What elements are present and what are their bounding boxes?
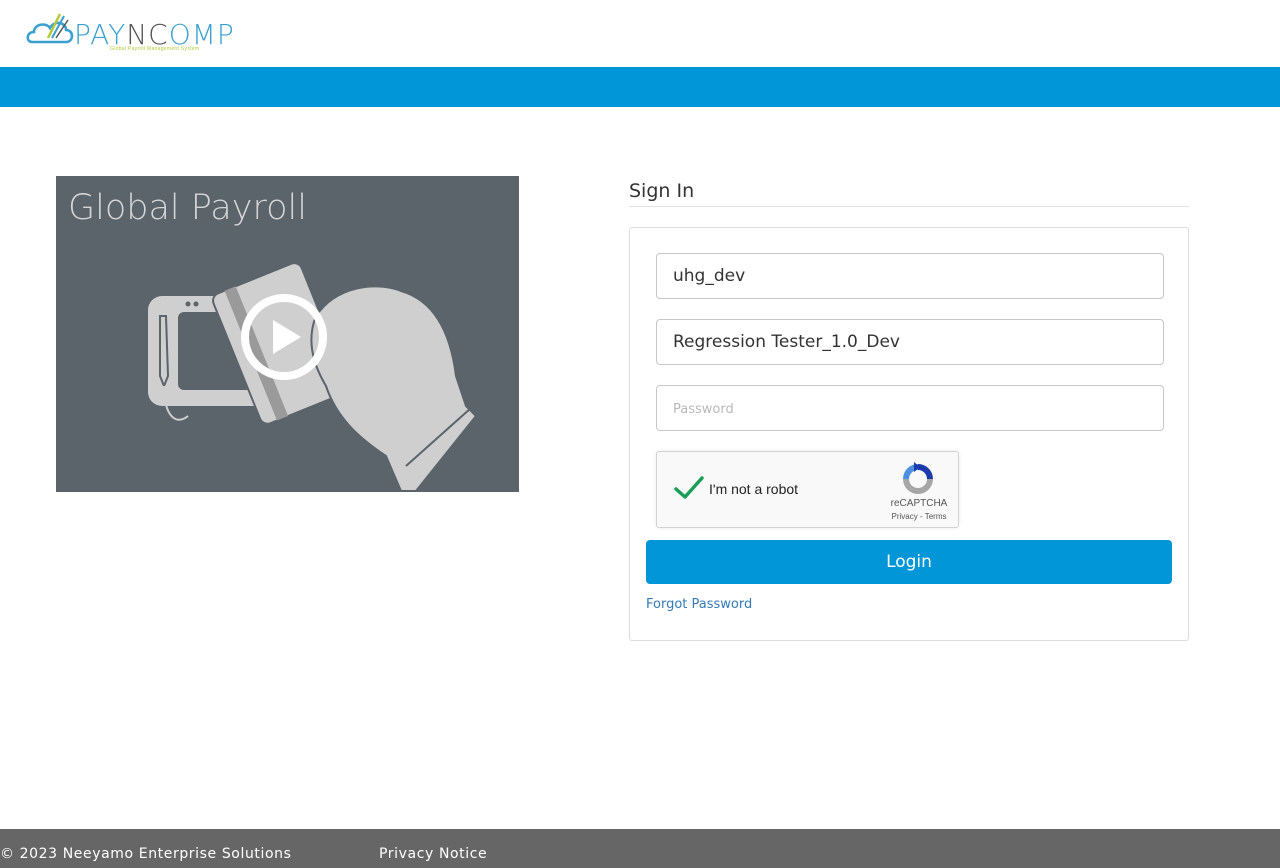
video-title: Global Payroll bbox=[68, 188, 307, 228]
payncomp-logo[interactable]: PAYNCOMP Global Payroll Management Syste… bbox=[26, 8, 256, 58]
login-panel: I'm not a robot reCAPTCHA Privacy - Term… bbox=[629, 227, 1189, 641]
recaptcha-brand: reCAPTCHA bbox=[890, 498, 948, 509]
username-field[interactable] bbox=[656, 253, 1164, 299]
recaptcha-widget: I'm not a robot reCAPTCHA Privacy - Term… bbox=[656, 451, 959, 528]
logo-tagline: Global Payroll Management System bbox=[110, 46, 200, 52]
copyright-text: © 2023 Neeyamo Enterprise Solutions bbox=[0, 846, 292, 862]
play-icon[interactable] bbox=[239, 292, 329, 382]
intro-video[interactable]: Global Payroll bbox=[56, 176, 519, 492]
role-field[interactable] bbox=[656, 319, 1164, 365]
recaptcha-links: Privacy - Terms bbox=[879, 512, 959, 521]
recaptcha-logo-icon bbox=[903, 462, 933, 494]
recaptcha-checkmark-icon[interactable] bbox=[673, 472, 705, 504]
login-button[interactable]: Login bbox=[646, 540, 1172, 584]
recaptcha-separator: - bbox=[917, 512, 925, 521]
recaptcha-label: I'm not a robot bbox=[709, 481, 799, 497]
footer: © 2023 Neeyamo Enterprise Solutions Priv… bbox=[0, 829, 1280, 868]
forgot-password-link[interactable]: Forgot Password bbox=[646, 597, 752, 612]
recaptcha-privacy-link[interactable]: Privacy bbox=[892, 512, 918, 521]
recaptcha-terms-link[interactable]: Terms bbox=[925, 512, 947, 521]
nav-bar bbox=[0, 67, 1280, 107]
password-field[interactable] bbox=[656, 385, 1164, 431]
signin-title: Sign In bbox=[629, 180, 695, 202]
header: PAYNCOMP Global Payroll Management Syste… bbox=[0, 0, 1280, 67]
signin-divider bbox=[629, 206, 1189, 207]
privacy-notice-link[interactable]: Privacy Notice bbox=[379, 846, 487, 862]
